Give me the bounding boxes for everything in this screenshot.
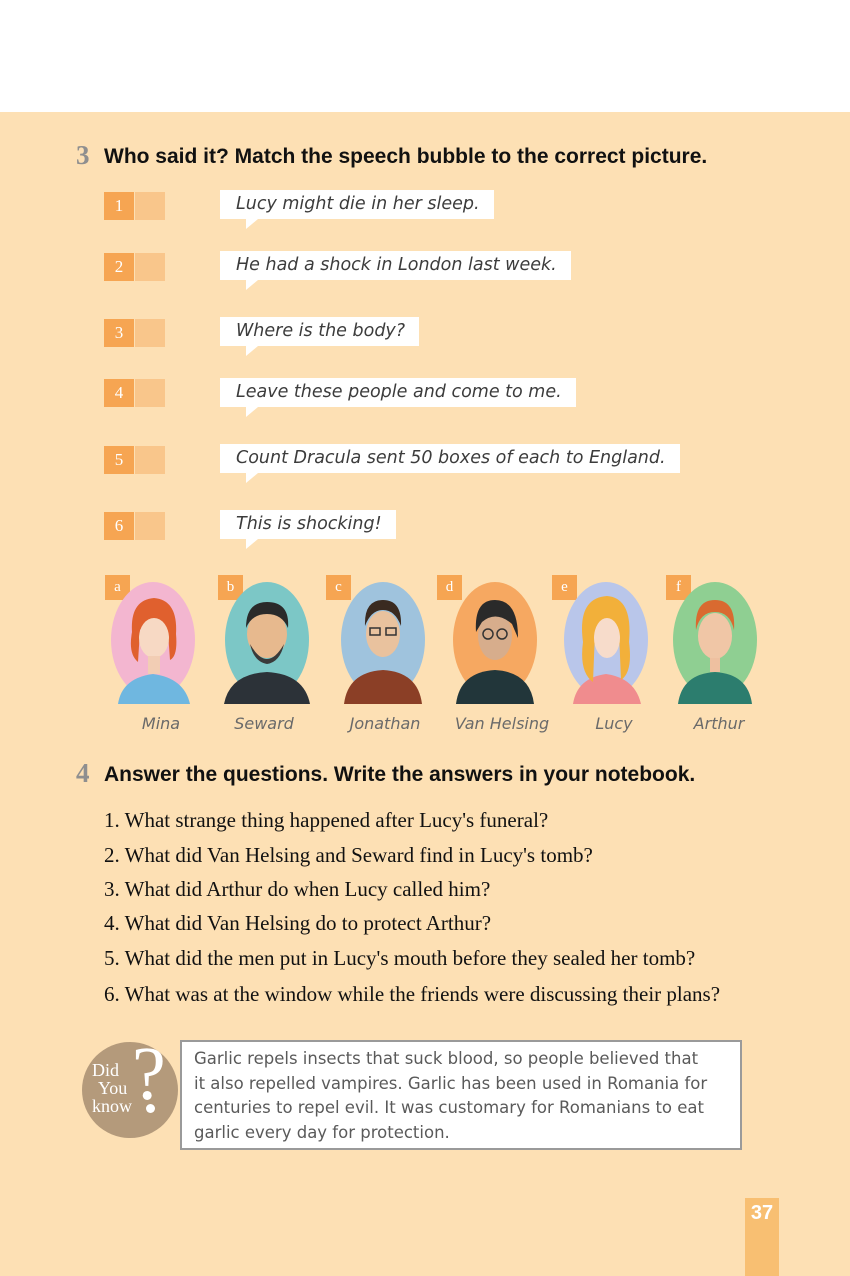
fact-line: it also repelled vampires. Garlic has be… bbox=[194, 1073, 708, 1093]
dot-icon bbox=[146, 1104, 155, 1113]
fact-line: Garlic repels insects that suck blood, s… bbox=[194, 1049, 699, 1068]
question-item: 3. What did Arthur do when Lucy called h… bbox=[104, 877, 491, 901]
item-number: 2 bbox=[104, 253, 134, 281]
speech-bubble: This is shocking! bbox=[220, 510, 396, 549]
character-name: Mina bbox=[141, 714, 181, 733]
did-you-know-box: Garlic repels insects that suck blood, s… bbox=[180, 1040, 742, 1150]
character-name: Van Helsing bbox=[454, 714, 550, 733]
item-number: 5 bbox=[104, 446, 134, 474]
answer-box[interactable] bbox=[135, 446, 165, 474]
item-number: 4 bbox=[104, 379, 134, 407]
fact-line: centuries to repel evil. It was customar… bbox=[194, 1098, 705, 1117]
seward-portrait bbox=[224, 582, 310, 704]
fact-line: garlic every day for protection. bbox=[194, 1122, 450, 1142]
answer-box[interactable] bbox=[135, 192, 165, 220]
question-item: 6. What was at the window while the frie… bbox=[104, 982, 721, 1006]
character-name: Arthur bbox=[693, 714, 745, 733]
jonathan-portrait bbox=[341, 582, 425, 704]
exercise-3-instruction: Who said it? Match the speech bubble to … bbox=[104, 145, 708, 168]
question-item: 4. What did Van Helsing do to protect Ar… bbox=[104, 911, 492, 935]
did-you-know-label: know bbox=[92, 1096, 132, 1116]
did-you-know-label: Did bbox=[92, 1060, 119, 1080]
item-number: 6 bbox=[104, 512, 134, 540]
speech-bubble: Where is the body? bbox=[220, 317, 420, 356]
did-you-know-label: You bbox=[98, 1078, 128, 1098]
question-item: 2. What did Van Helsing and Seward find … bbox=[104, 843, 593, 867]
van-helsing-portrait bbox=[453, 582, 537, 704]
speech-bubble: He had a shock in London last week. bbox=[220, 251, 571, 290]
answer-box[interactable] bbox=[135, 319, 165, 347]
character-name: Lucy bbox=[595, 714, 633, 733]
question-mark-icon: ? bbox=[132, 1032, 166, 1116]
exercise-4-number: 4 bbox=[76, 758, 90, 788]
item-number: 1 bbox=[104, 192, 134, 220]
question-item: 5. What did the men put in Lucy's mouth … bbox=[104, 946, 696, 970]
question-item: 1. What strange thing happened after Luc… bbox=[104, 808, 549, 832]
answer-box[interactable] bbox=[135, 379, 165, 407]
exercise-4-instruction: Answer the questions. Write the answers … bbox=[104, 763, 696, 786]
item-number: 3 bbox=[104, 319, 134, 347]
mina-portrait bbox=[111, 582, 195, 704]
lucy-portrait bbox=[564, 582, 648, 704]
speech-bubble: Count Dracula sent 50 boxes of each to E… bbox=[220, 444, 680, 483]
page-number: 37 bbox=[750, 1202, 774, 1224]
character-name: Seward bbox=[234, 714, 294, 733]
answer-box[interactable] bbox=[135, 512, 165, 540]
exercise-3-number: 3 bbox=[76, 140, 90, 170]
character-name: Jonathan bbox=[349, 714, 421, 733]
arthur-portrait bbox=[673, 582, 757, 704]
speech-bubble: Leave these people and come to me. bbox=[220, 378, 576, 417]
answer-box[interactable] bbox=[135, 253, 165, 281]
speech-bubble: Lucy might die in her sleep. bbox=[220, 190, 494, 229]
